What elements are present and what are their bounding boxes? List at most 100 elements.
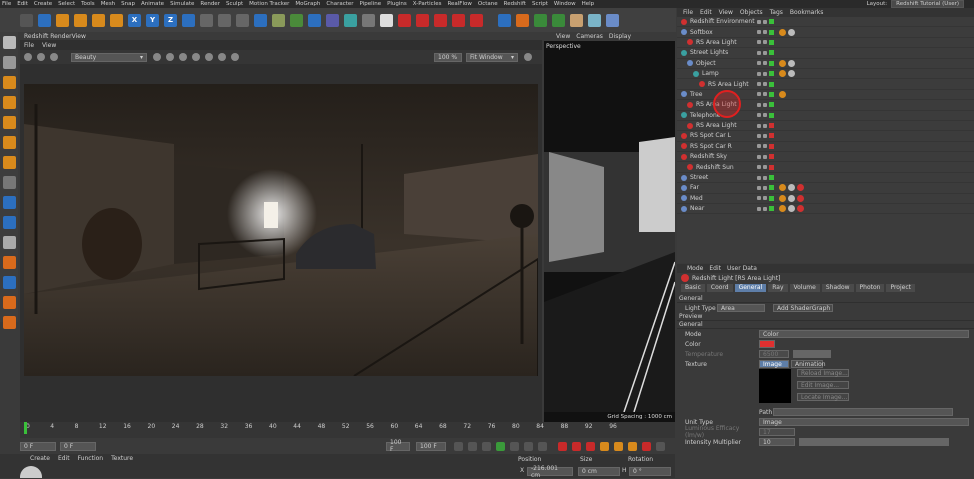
renderview-menu-file[interactable]: File (24, 42, 34, 49)
object-row[interactable]: Object (677, 59, 974, 69)
tag-icon[interactable] (779, 205, 786, 213)
visibility-dot[interactable] (757, 185, 761, 190)
rs-ies-icon[interactable] (470, 13, 483, 27)
save-icon[interactable] (192, 53, 200, 61)
transform-icon[interactable] (110, 13, 123, 27)
array-icon[interactable] (308, 13, 321, 27)
solo-icon[interactable] (2, 236, 16, 249)
texture-mode-icon[interactable] (2, 56, 16, 69)
locate-image-button[interactable]: Locate Image... (797, 393, 849, 401)
object-name[interactable]: Redshift Sun (696, 164, 974, 171)
visibility-dot[interactable] (757, 165, 761, 170)
om-menu-objects[interactable]: Objects (740, 9, 763, 16)
tag-icon[interactable] (788, 194, 795, 202)
flower-icon[interactable] (588, 13, 601, 27)
enabled-check-icon[interactable] (769, 60, 774, 66)
temperature-slider[interactable] (793, 350, 831, 358)
render-settings-icon[interactable] (236, 13, 249, 27)
enabled-check-icon[interactable] (769, 112, 774, 118)
mode-select[interactable]: Color (759, 330, 969, 338)
render-dot[interactable] (763, 196, 767, 201)
tag-icon[interactable] (779, 28, 786, 36)
bread-icon[interactable] (570, 13, 583, 27)
snapshot-icon[interactable] (24, 53, 32, 61)
realflow-icon[interactable] (534, 13, 547, 27)
color-swatch[interactable] (759, 340, 775, 348)
render-dot[interactable] (763, 123, 767, 128)
tab-coord[interactable]: Coord (706, 283, 733, 292)
light-type-select[interactable]: Area (717, 304, 765, 312)
render-dot[interactable] (763, 165, 767, 170)
workplane-icon[interactable] (2, 216, 16, 229)
menu-x-particles[interactable]: X-Particles (413, 1, 442, 7)
render-dot[interactable] (763, 206, 767, 211)
key-scale-icon[interactable] (614, 441, 623, 451)
tweak-icon[interactable] (2, 176, 16, 189)
om-menu-edit[interactable]: Edit (700, 9, 712, 16)
menu-motion-tracker[interactable]: Motion Tracker (249, 1, 289, 7)
rotation-h-field[interactable]: 0 ° (629, 467, 671, 476)
move-icon[interactable] (56, 13, 69, 27)
subdivision-icon[interactable] (290, 13, 303, 27)
menu-edit[interactable]: Edit (17, 1, 28, 7)
polygons-mode-icon[interactable] (2, 116, 16, 129)
live-select-icon[interactable] (38, 13, 51, 27)
layout-selector[interactable]: Layout: Redshift Tutorial (User) (867, 0, 970, 8)
temperature-field[interactable]: 6500 (759, 350, 789, 358)
menu-realflow[interactable]: RealFlow (447, 1, 471, 7)
attr-menu-mode[interactable]: Mode (687, 265, 703, 272)
om-menu-view[interactable]: View (719, 9, 733, 16)
rs-sun-icon[interactable] (434, 13, 447, 27)
uv-mode-icon[interactable] (2, 136, 16, 149)
crop-icon[interactable] (166, 53, 174, 61)
object-name[interactable]: RS Spot Car R (690, 143, 974, 150)
object-row[interactable]: RS Area Light (677, 38, 974, 49)
general-subsection[interactable]: General (679, 321, 703, 328)
render-dot[interactable] (763, 154, 767, 159)
prev-frame-icon[interactable] (482, 441, 491, 451)
pixel-icon[interactable] (205, 53, 213, 61)
object-row[interactable]: RS Spot Car R (677, 142, 974, 153)
key-position-icon[interactable] (600, 441, 609, 451)
render-view-icon[interactable] (200, 13, 213, 27)
render-dot[interactable] (763, 19, 767, 24)
undo-icon[interactable] (20, 13, 33, 27)
object-name[interactable]: Object (696, 60, 974, 67)
object-row[interactable]: Lamp (677, 69, 974, 80)
tag-icon[interactable] (779, 194, 786, 202)
points-mode-icon[interactable] (2, 76, 16, 89)
object-name[interactable]: Redshift Sky (690, 153, 974, 160)
material-menu-function[interactable]: Function (78, 455, 104, 462)
dropper-icon[interactable] (231, 53, 239, 61)
tag-icon[interactable] (797, 184, 804, 192)
visibility-dot[interactable] (757, 30, 761, 35)
rotate-icon[interactable] (92, 13, 105, 27)
leaf-icon[interactable] (552, 13, 565, 27)
menu-script[interactable]: Script (532, 1, 548, 7)
visibility-dot[interactable] (757, 154, 761, 159)
enabled-check-icon[interactable] (769, 175, 774, 181)
material-menu-edit[interactable]: Edit (58, 455, 70, 462)
menu-animate[interactable]: Animate (141, 1, 164, 7)
current-frame-field[interactable]: 0 F (60, 441, 96, 451)
timeline[interactable]: 0 4 8 12 16 20 24 28 32 36 40 44 48 52 56 60 64 68 72 76 80 8… (20, 422, 675, 438)
rs-light-icon[interactable] (398, 13, 411, 27)
om-menu-file[interactable]: File (683, 9, 693, 16)
menu-sculpt[interactable]: Sculpt (226, 1, 243, 7)
object-row[interactable]: RS Spot Car L (677, 131, 974, 142)
enabled-check-icon[interactable] (769, 185, 774, 191)
key-rotation-icon[interactable] (628, 441, 637, 451)
tab-volume[interactable]: Volume (789, 283, 820, 292)
edges-mode-icon[interactable] (2, 96, 16, 109)
tab-shadow[interactable]: Shadow (821, 283, 854, 292)
pen-icon[interactable] (272, 13, 285, 27)
tag-icon[interactable] (788, 70, 795, 78)
enabled-check-icon[interactable] (769, 29, 774, 35)
fit-select[interactable]: Fit Window ▾ (466, 52, 518, 62)
material-menu-create[interactable]: Create (30, 455, 50, 462)
disabled-x-icon[interactable] (769, 164, 774, 170)
object-row[interactable]: Street (677, 173, 974, 184)
cube-icon[interactable] (254, 13, 267, 27)
render-dot[interactable] (763, 61, 767, 66)
visibility-dot[interactable] (757, 133, 761, 138)
